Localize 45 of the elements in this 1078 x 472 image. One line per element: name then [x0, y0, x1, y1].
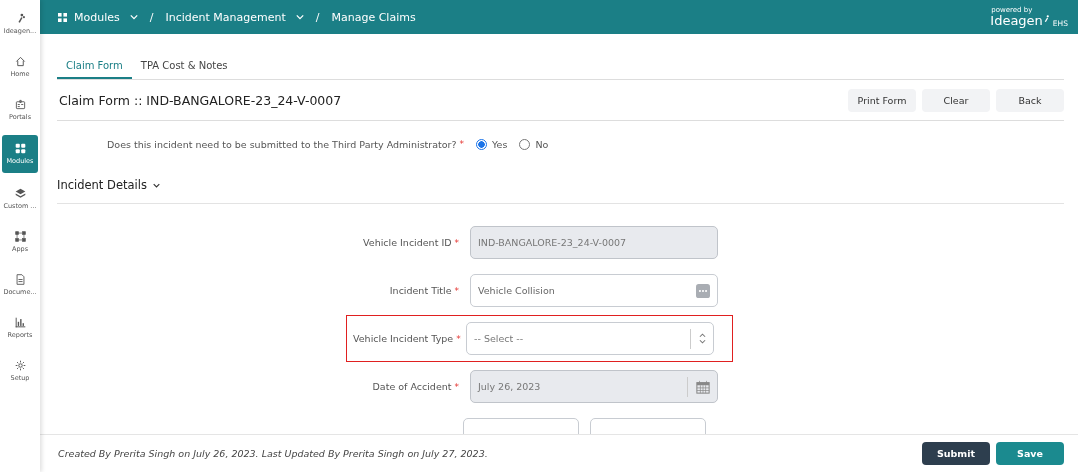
- brand-name: Ideagen: [990, 14, 1043, 28]
- required-mark: *: [454, 382, 459, 392]
- calendar-icon: [696, 379, 710, 394]
- radio-label: Yes: [492, 138, 508, 150]
- required-mark: *: [454, 238, 459, 248]
- document-icon: [14, 273, 26, 285]
- required-mark: *: [459, 139, 465, 149]
- home-icon: [14, 55, 26, 67]
- radio-button[interactable]: [476, 138, 488, 150]
- field-label: Incident Title: [389, 285, 452, 296]
- grid-icon: [14, 143, 26, 154]
- footer-button[interactable]: Submit: [922, 442, 990, 465]
- required-mark: *: [454, 286, 459, 296]
- action-button[interactable]: Back: [996, 88, 1064, 112]
- required-mark: *: [456, 334, 461, 344]
- text-field[interactable]: Vehicle Collision: [470, 274, 718, 307]
- action-button[interactable]: Print Form: [848, 88, 916, 112]
- breadcrumb-link[interactable]: Manage Claims: [331, 10, 416, 24]
- radio-label: No: [535, 138, 549, 150]
- logo-icon: [1043, 14, 1050, 23]
- footer-button[interactable]: Save: [996, 442, 1064, 465]
- breadcrumb-separator: /: [149, 10, 154, 24]
- field-label: Vehicle Incident Type: [353, 333, 454, 344]
- more-icon: [696, 283, 710, 298]
- section-header[interactable]: Incident Details: [57, 167, 1064, 204]
- settings-icon: [14, 359, 26, 371]
- audit-note: Created By Prerita Singh on July 26, 2023. Last Updated By Prerita Singh on July 27, 2023.: [58, 448, 488, 459]
- tab[interactable]: Claim Form: [57, 56, 132, 79]
- layers-icon: [14, 187, 26, 199]
- chevron-down-icon: [152, 182, 160, 188]
- tab[interactable]: TPA Cost & Notes: [131, 56, 237, 79]
- breadcrumb-link[interactable]: Incident Management: [165, 10, 304, 24]
- id-card-icon: [14, 98, 26, 110]
- field-label: Vehicle Incident ID: [363, 237, 452, 248]
- action-button[interactable]: Clear: [922, 88, 990, 112]
- sort-arrows-icon: [699, 333, 706, 344]
- page-title: Claim Form :: IND-BANGALORE-23_24-V-0007: [59, 92, 342, 108]
- field-label: Date of Accident: [372, 381, 452, 392]
- bar-chart-icon: [14, 316, 26, 328]
- question-text: Does this incident need to be submitted to the Third Party Administrator?: [107, 138, 457, 150]
- nodes-icon: [14, 230, 26, 242]
- breadcrumb-separator: /: [315, 10, 320, 24]
- breadcrumb-link[interactable]: Modules: [58, 10, 138, 24]
- grid-icon: [58, 12, 67, 22]
- select-field[interactable]: -- Select --: [466, 322, 714, 355]
